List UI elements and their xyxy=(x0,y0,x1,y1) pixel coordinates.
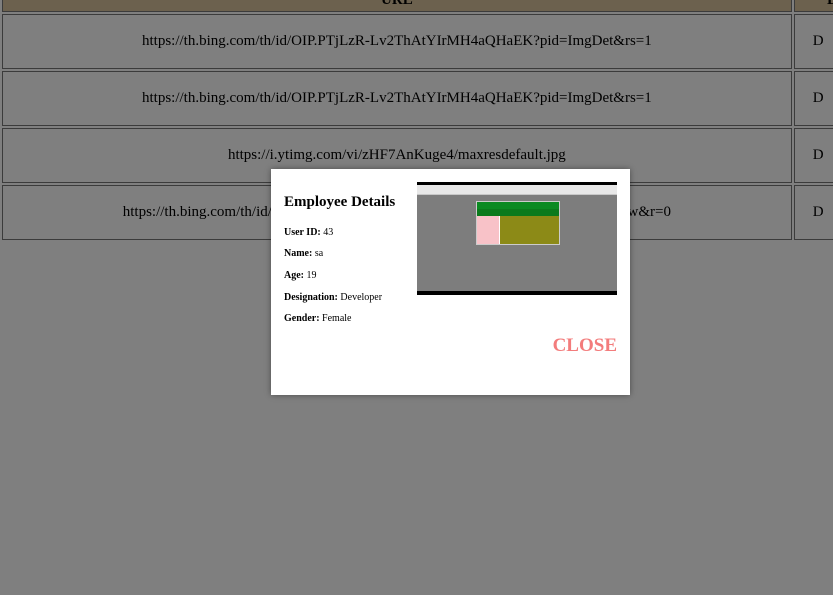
detail-value: 43 xyxy=(323,227,334,238)
photo-table-subject-column xyxy=(477,216,499,244)
detail-label: Designation: xyxy=(284,292,338,303)
photo-grade-table xyxy=(476,201,560,245)
detail-label: User ID: xyxy=(284,227,321,238)
detail-label: Name: xyxy=(284,248,313,259)
detail-age: Age: 19 xyxy=(284,270,317,281)
employee-details-modal: Employee Details User ID: 43 Name: sa Ag… xyxy=(271,169,630,395)
detail-user-id: User ID: 43 xyxy=(284,227,333,238)
photo-table-values xyxy=(500,216,559,244)
detail-label: Age: xyxy=(284,270,304,281)
detail-value: 19 xyxy=(306,270,317,281)
page: URL D https://th.bing.com/th/id/OIP.PTjL… xyxy=(0,0,833,595)
photo-screenshot xyxy=(417,185,617,291)
detail-value: sa xyxy=(314,248,324,259)
detail-name: Name: sa xyxy=(284,248,323,259)
detail-label: Gender: xyxy=(284,313,320,324)
detail-value: Developer xyxy=(340,292,383,303)
photo-table-column-header xyxy=(477,209,559,216)
employee-photo xyxy=(417,182,617,295)
photo-table-title-bar xyxy=(477,202,559,209)
photo-browser-bar xyxy=(417,185,617,195)
detail-value: Female xyxy=(322,313,352,324)
detail-designation: Designation: Developer xyxy=(284,292,382,303)
close-button[interactable]: CLOSE xyxy=(553,335,617,357)
detail-gender: Gender: Female xyxy=(284,313,351,324)
modal-title: Employee Details xyxy=(284,194,396,210)
